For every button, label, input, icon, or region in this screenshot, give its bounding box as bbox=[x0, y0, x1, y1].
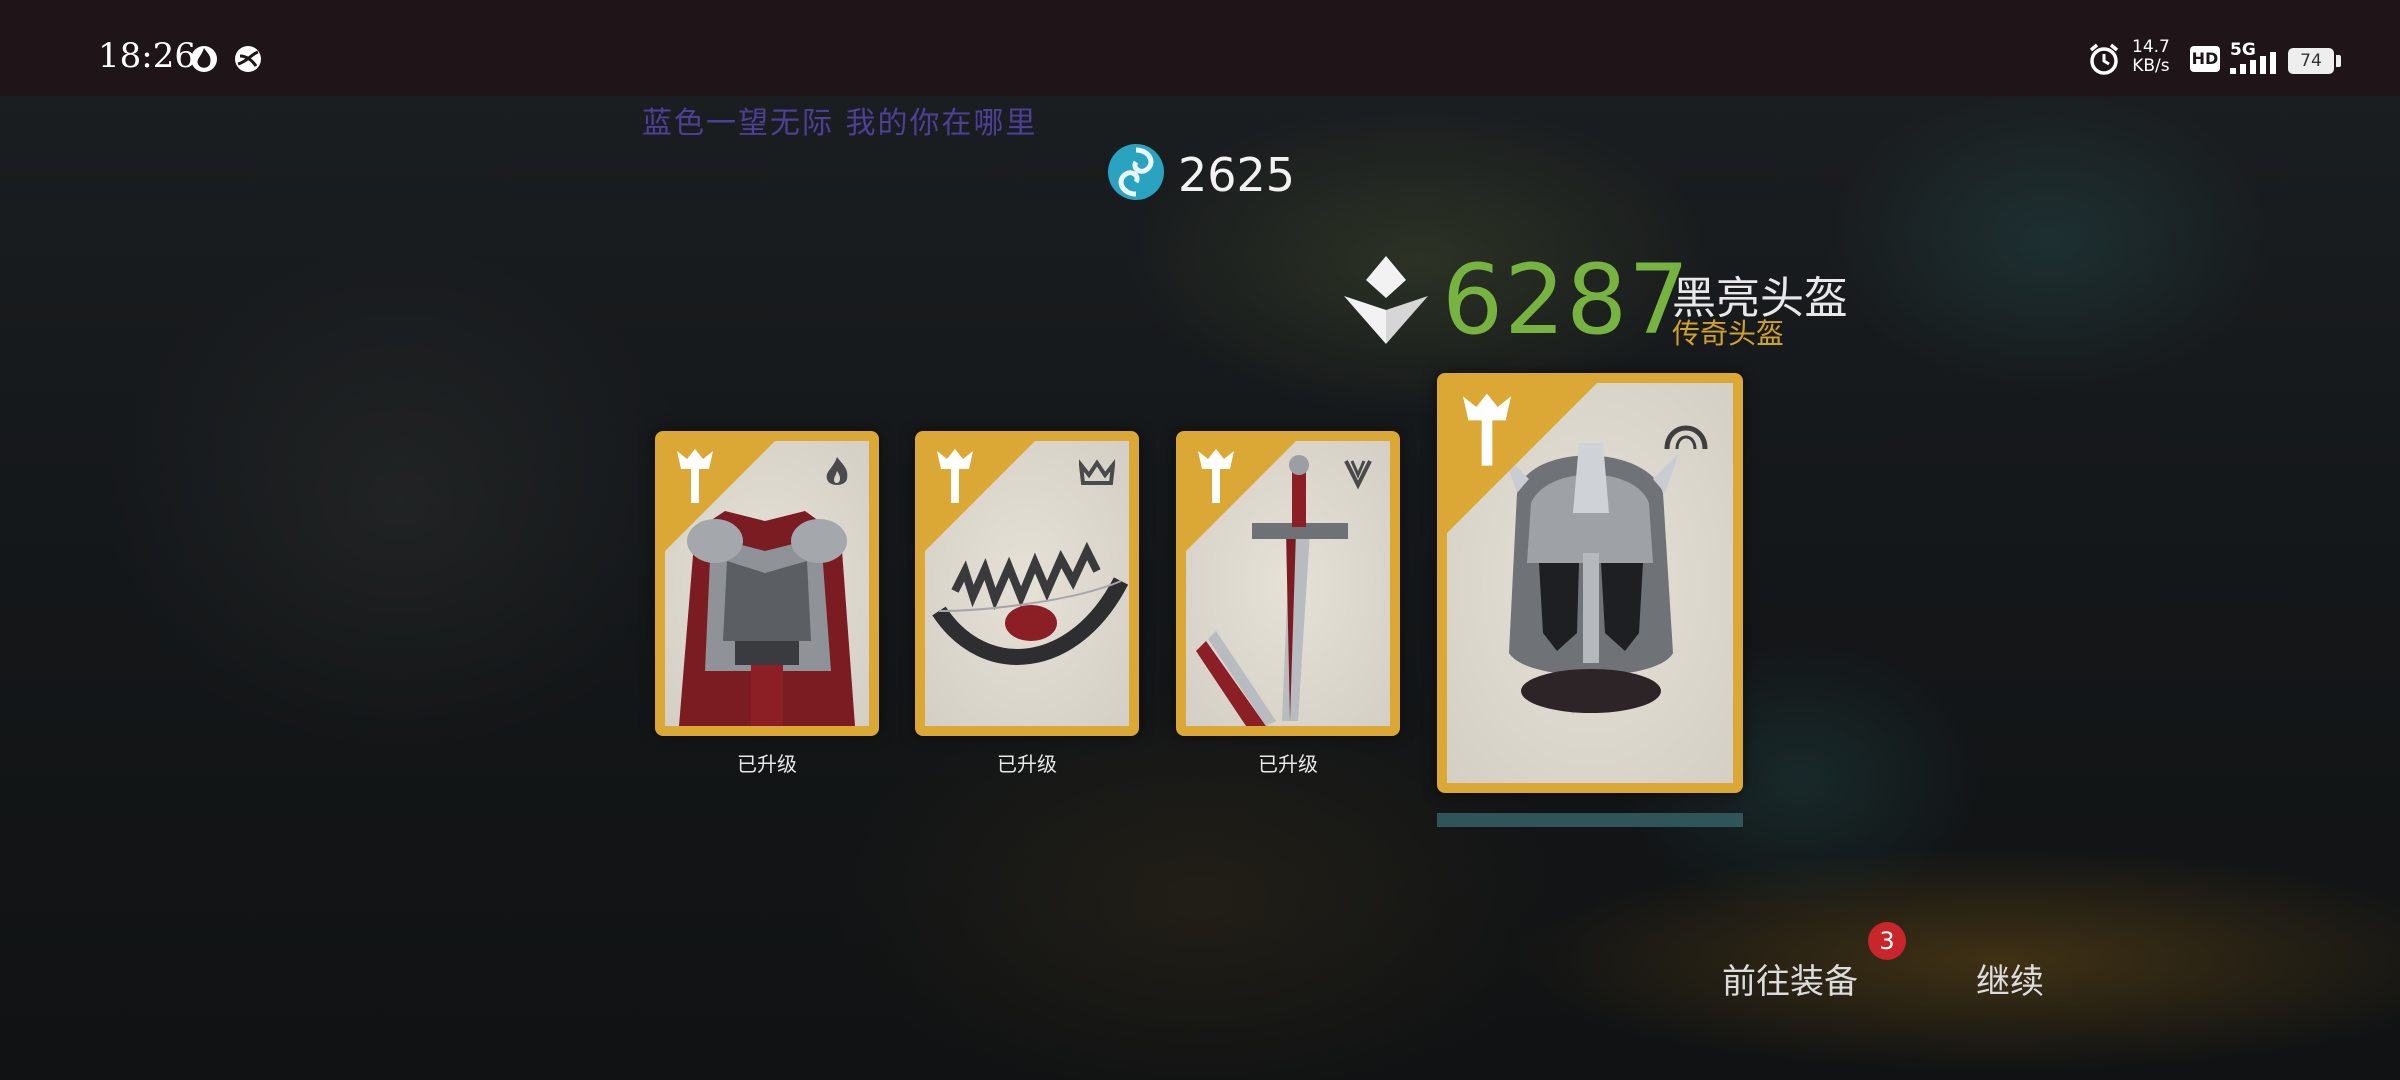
legendary-rank-icon bbox=[1198, 449, 1234, 503]
alarm-icon bbox=[2089, 43, 2119, 75]
reward-card-sword[interactable] bbox=[1176, 431, 1400, 736]
notification-badge: 3 bbox=[1868, 922, 1906, 960]
network-speed: 14.7 KB/s bbox=[2132, 37, 2170, 76]
clock: 18:26 bbox=[98, 36, 196, 76]
legendary-rank-icon bbox=[1463, 393, 1511, 466]
signal-icon bbox=[2230, 52, 2276, 74]
swirl-currency-icon bbox=[1108, 144, 1164, 200]
lyric-caption: 蓝色一望无际 我的你在哪里 bbox=[642, 106, 1038, 141]
reward-card-helmet[interactable] bbox=[1437, 373, 1743, 793]
flame-icon bbox=[826, 457, 848, 485]
hd-indicator: HD bbox=[2190, 46, 2220, 72]
item-rarity-type: 传奇头盔 bbox=[1672, 317, 1785, 350]
reward-card-bow[interactable] bbox=[915, 431, 1139, 736]
reward-card-chest-armor[interactable] bbox=[655, 431, 879, 736]
status-bar: 18:26 14.7 KB/s HD 5G 74 bbox=[0, 0, 2400, 96]
crown-icon bbox=[1079, 459, 1115, 485]
fire-app-icon bbox=[191, 46, 217, 72]
reveal-progress-bar bbox=[1437, 813, 1743, 827]
ball-app-icon bbox=[235, 46, 261, 72]
battery-icon: 74 bbox=[2288, 48, 2334, 74]
arch-icon bbox=[1664, 425, 1708, 450]
legendary-rank-icon bbox=[677, 449, 713, 503]
v-blade-icon bbox=[1344, 460, 1372, 490]
card-background bbox=[665, 441, 869, 726]
card-background bbox=[925, 441, 1129, 726]
card-background bbox=[1186, 441, 1390, 726]
card-status-upgraded: 已升级 bbox=[737, 752, 797, 776]
go-to-equipment-button[interactable]: 前往装备 bbox=[1722, 954, 1858, 1003]
legendary-rank-icon bbox=[937, 449, 973, 503]
currency-value: 2625 bbox=[1178, 148, 1296, 202]
card-status-upgraded: 已升级 bbox=[1258, 752, 1318, 776]
card-background bbox=[1447, 383, 1733, 783]
gear-score-value: 6287 bbox=[1442, 244, 1691, 356]
continue-button[interactable]: 继续 bbox=[1976, 954, 2044, 1003]
battery-tip bbox=[2336, 55, 2341, 67]
gear-score-icon bbox=[1344, 256, 1428, 344]
card-status-upgraded: 已升级 bbox=[997, 752, 1057, 776]
